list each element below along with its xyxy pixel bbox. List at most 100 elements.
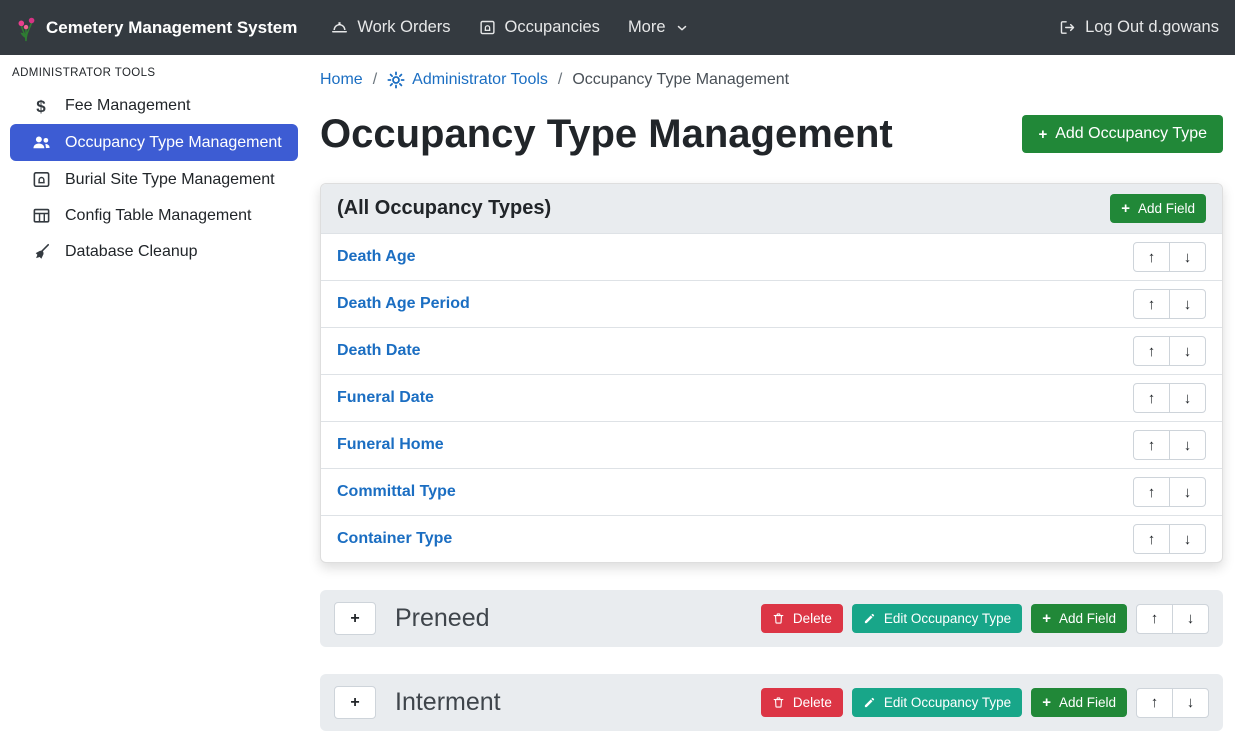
trash-icon xyxy=(772,612,785,625)
edit-occupancy-type-button[interactable]: Edit Occupancy Type xyxy=(852,688,1022,717)
field-link[interactable]: Death Date xyxy=(337,342,421,360)
move-down-button[interactable]: ↓ xyxy=(1169,336,1206,366)
breadcrumb-separator: / xyxy=(558,71,562,89)
field-link[interactable]: Death Age xyxy=(337,248,416,266)
section-actions: Delete Edit Occupancy Type + Add Field ↑ xyxy=(761,604,1209,634)
nav-more-label: More xyxy=(628,18,666,37)
logout-icon xyxy=(1059,19,1076,36)
plus-icon: + xyxy=(1042,611,1051,626)
move-up-button[interactable]: ↑ xyxy=(1136,604,1173,634)
expand-button[interactable]: + xyxy=(334,602,376,635)
delete-button[interactable]: Delete xyxy=(761,688,843,717)
reorder-group: ↑ ↓ xyxy=(1133,430,1206,460)
move-down-button[interactable]: ↓ xyxy=(1169,289,1206,319)
arrow-up-icon: ↑ xyxy=(1148,297,1156,312)
move-down-button[interactable]: ↓ xyxy=(1169,524,1206,554)
move-down-button[interactable]: ↓ xyxy=(1172,604,1209,634)
add-occupancy-type-button[interactable]: + Add Occupancy Type xyxy=(1022,115,1223,153)
breadcrumb-home-link[interactable]: Home xyxy=(320,71,363,89)
nav-occupancies[interactable]: Occupancies xyxy=(465,0,614,55)
move-up-button[interactable]: ↑ xyxy=(1133,336,1170,366)
hard-hat-icon xyxy=(331,19,348,36)
delete-button[interactable]: Delete xyxy=(761,604,843,633)
field-link[interactable]: Container Type xyxy=(337,530,452,548)
reorder-group: ↑ ↓ xyxy=(1133,477,1206,507)
move-down-button[interactable]: ↓ xyxy=(1169,430,1206,460)
move-up-button[interactable]: ↑ xyxy=(1136,688,1173,718)
occupancies-icon xyxy=(479,19,496,36)
sidebar-item-occupancy-type-management[interactable]: Occupancy Type Management xyxy=(10,124,298,161)
arrow-up-icon: ↑ xyxy=(1148,438,1156,453)
expand-button[interactable]: + xyxy=(334,686,376,719)
add-field-button[interactable]: + Add Field xyxy=(1031,604,1127,633)
breadcrumb-admin-tools-label: Administrator Tools xyxy=(412,71,548,89)
flowers-logo-icon xyxy=(16,14,36,42)
add-field-button[interactable]: + Add Field xyxy=(1031,688,1127,717)
add-field-label: Add Field xyxy=(1059,611,1116,626)
arrow-up-icon: ↑ xyxy=(1148,391,1156,406)
field-row: Funeral Date ↑ ↓ xyxy=(321,375,1222,422)
arrow-up-icon: ↑ xyxy=(1148,344,1156,359)
card-header: (All Occupancy Types) + Add Field xyxy=(321,184,1222,234)
nav-occupancies-label: Occupancies xyxy=(505,18,600,37)
occupancy-type-section-preneed: + Preneed Delete xyxy=(320,590,1223,647)
breadcrumb-admin-tools-link[interactable]: Administrator Tools xyxy=(387,71,548,89)
sidebar-item-database-cleanup[interactable]: Database Cleanup xyxy=(10,234,298,269)
brand-link[interactable]: Cemetery Management System xyxy=(16,14,297,42)
move-up-button[interactable]: ↑ xyxy=(1133,524,1170,554)
add-field-button[interactable]: + Add Field xyxy=(1110,194,1206,223)
edit-occupancy-type-button[interactable]: Edit Occupancy Type xyxy=(852,604,1022,633)
move-up-button[interactable]: ↑ xyxy=(1133,430,1170,460)
sidebar-item-label: Burial Site Type Management xyxy=(65,171,275,189)
field-link[interactable]: Funeral Date xyxy=(337,389,434,407)
move-down-button[interactable]: ↓ xyxy=(1169,383,1206,413)
plus-icon: + xyxy=(350,694,359,712)
move-up-button[interactable]: ↑ xyxy=(1133,383,1170,413)
main-content: Home / Administrator Tools xyxy=(308,55,1235,738)
sidebar-item-burial-site-type-management[interactable]: Burial Site Type Management xyxy=(10,162,298,197)
arrow-down-icon: ↓ xyxy=(1184,532,1192,547)
gear-icon xyxy=(387,71,405,89)
breadcrumb-current: Occupancy Type Management xyxy=(572,71,789,89)
add-field-label: Add Field xyxy=(1059,695,1116,710)
nav-more[interactable]: More xyxy=(614,0,703,55)
sidebar: ADMINISTRATOR TOOLS $ Fee Management Occ… xyxy=(0,55,308,738)
arrow-up-icon: ↑ xyxy=(1151,695,1159,710)
sidebar-item-config-table-management[interactable]: Config Table Management xyxy=(10,198,298,233)
field-link[interactable]: Death Age Period xyxy=(337,295,470,313)
add-occupancy-type-label: Add Occupancy Type xyxy=(1055,125,1207,143)
logout-link[interactable]: Log Out d.gowans xyxy=(1045,0,1219,55)
field-row: Death Age Period ↑ ↓ xyxy=(321,281,1222,328)
sidebar-item-fee-management[interactable]: $ Fee Management xyxy=(10,89,298,123)
field-row: Committal Type ↑ ↓ xyxy=(321,469,1222,516)
move-down-button[interactable]: ↓ xyxy=(1169,242,1206,272)
delete-label: Delete xyxy=(793,611,832,626)
move-up-button[interactable]: ↑ xyxy=(1133,242,1170,272)
arrow-up-icon: ↑ xyxy=(1148,485,1156,500)
arrow-up-icon: ↑ xyxy=(1151,611,1159,626)
page-title: Occupancy Type Management xyxy=(320,111,893,157)
move-down-button[interactable]: ↓ xyxy=(1169,477,1206,507)
breadcrumb: Home / Administrator Tools xyxy=(320,71,1223,89)
arrow-down-icon: ↓ xyxy=(1184,250,1192,265)
move-up-button[interactable]: ↑ xyxy=(1133,289,1170,319)
breadcrumb-home-label: Home xyxy=(320,71,363,89)
breadcrumb-separator: / xyxy=(373,71,377,89)
table-icon xyxy=(30,206,52,225)
logout-label: Log Out d.gowans xyxy=(1085,18,1219,37)
arrow-down-icon: ↓ xyxy=(1184,438,1192,453)
section-title: Preneed xyxy=(395,604,490,633)
edit-label: Edit Occupancy Type xyxy=(884,695,1011,710)
move-down-button[interactable]: ↓ xyxy=(1172,688,1209,718)
add-field-label: Add Field xyxy=(1138,201,1195,216)
move-up-button[interactable]: ↑ xyxy=(1133,477,1170,507)
field-link[interactable]: Committal Type xyxy=(337,483,456,501)
nav-work-orders[interactable]: Work Orders xyxy=(317,0,464,55)
card-title: (All Occupancy Types) xyxy=(337,197,551,220)
edit-label: Edit Occupancy Type xyxy=(884,611,1011,626)
reorder-group: ↑ ↓ xyxy=(1136,688,1209,718)
field-link[interactable]: Funeral Home xyxy=(337,436,444,454)
section-actions: Delete Edit Occupancy Type + Add Field ↑ xyxy=(761,688,1209,718)
plus-icon: + xyxy=(1038,127,1047,142)
plus-icon: + xyxy=(350,610,359,628)
